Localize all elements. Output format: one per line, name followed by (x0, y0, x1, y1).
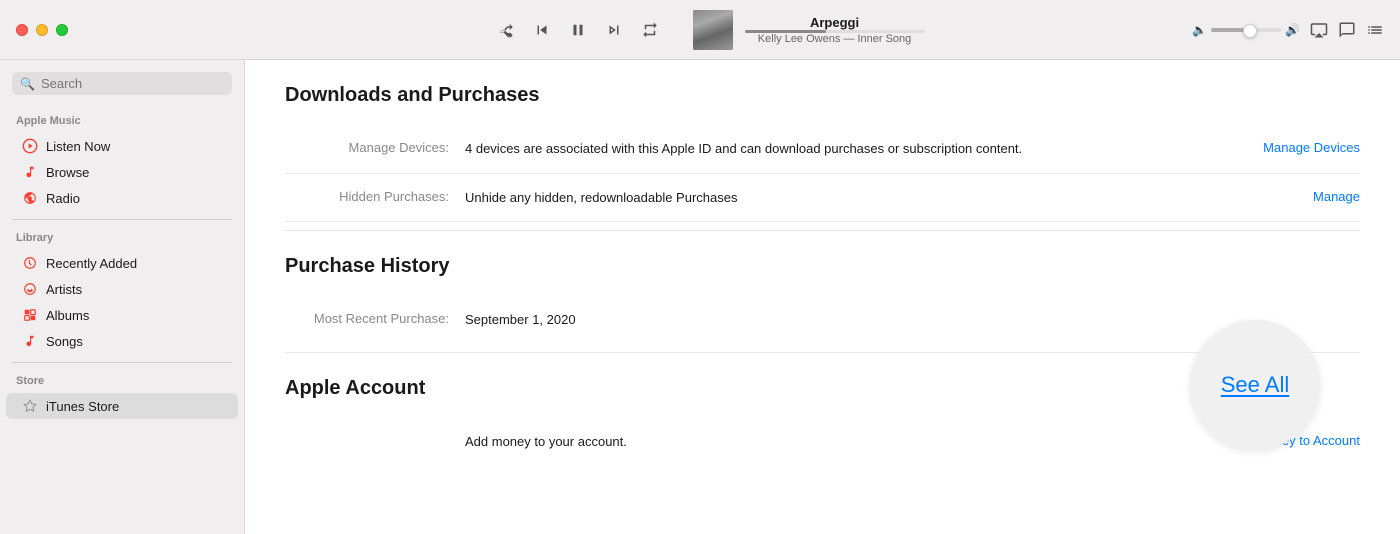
track-title: Arpeggi (810, 15, 859, 30)
hidden-purchases-row: Hidden Purchases: Unhide any hidden, red… (285, 174, 1360, 223)
volume-high-icon: 🔊 (1285, 23, 1300, 37)
add-money-label (285, 432, 465, 433)
most-recent-label: Most Recent Purchase: (285, 310, 465, 326)
section-sep-1 (285, 230, 1360, 231)
titlebar: Arpeggi Kelly Lee Owens — Inner Song 🔈 🔊 (0, 0, 1400, 60)
browse-icon (22, 164, 38, 180)
content-area: Downloads and Purchases Manage Devices: … (245, 60, 1400, 534)
progress-bar[interactable] (745, 30, 925, 33)
sidebar-item-listen-now[interactable]: Listen Now (6, 133, 238, 159)
itunes-store-icon (22, 398, 38, 414)
album-art (693, 10, 733, 50)
volume-slider[interactable] (1211, 28, 1281, 32)
add-money-value: Add money to your account. (465, 432, 1160, 452)
titlebar-controls: Arpeggi Kelly Lee Owens — Inner Song (245, 10, 1192, 50)
sidebar-section-store: Store (0, 371, 244, 393)
track-subtitle: Kelly Lee Owens — Inner Song (758, 33, 911, 45)
queue-button[interactable] (1366, 21, 1384, 39)
sidebar-item-label: Artists (46, 282, 82, 297)
forward-button[interactable] (601, 17, 627, 43)
search-input[interactable] (41, 76, 224, 91)
artists-icon (22, 281, 38, 297)
manage-devices-label: Manage Devices: (285, 139, 465, 155)
shuffle-button[interactable] (493, 17, 519, 43)
sidebar-section-library: Library (0, 228, 244, 250)
recently-added-icon (22, 255, 38, 271)
minimize-button[interactable] (36, 24, 48, 36)
sidebar-item-label: Songs (46, 334, 83, 349)
purchase-history-section: Purchase History Most Recent Purchase: S… (285, 255, 1360, 344)
sidebar-item-artists[interactable]: Artists (6, 276, 238, 302)
rewind-button[interactable] (529, 17, 555, 43)
purchase-history-title: Purchase History (285, 255, 1360, 278)
now-playing-area: Arpeggi Kelly Lee Owens — Inner Song (693, 10, 925, 50)
sidebar: 🔍 Apple Music Listen Now Browse Radio (0, 60, 245, 534)
sidebar-item-browse[interactable]: Browse (6, 159, 238, 185)
sidebar-item-label: Browse (46, 165, 89, 180)
titlebar-right: 🔈 🔊 (1192, 21, 1400, 39)
close-button[interactable] (16, 24, 28, 36)
hidden-purchases-label: Hidden Purchases: (285, 188, 465, 204)
sidebar-item-itunes-store[interactable]: iTunes Store (6, 393, 238, 419)
repeat-button[interactable] (637, 17, 663, 43)
manage-hidden-link[interactable]: Manage (1313, 189, 1360, 204)
search-bar[interactable]: 🔍 (12, 72, 232, 95)
hidden-purchases-value: Unhide any hidden, redownloadable Purcha… (465, 188, 1160, 208)
sidebar-item-albums[interactable]: Albums (6, 302, 238, 328)
titlebar-left (0, 24, 245, 36)
volume-control[interactable]: 🔈 🔊 (1192, 23, 1300, 37)
albums-icon (22, 307, 38, 323)
manage-devices-link[interactable]: Manage Devices (1263, 140, 1360, 155)
sidebar-item-label: iTunes Store (46, 399, 119, 414)
see-all-circle[interactable]: See All (1190, 320, 1320, 450)
volume-low-icon: 🔈 (1192, 23, 1207, 37)
sidebar-item-label: Albums (46, 308, 89, 323)
songs-icon (22, 333, 38, 349)
hidden-purchases-action[interactable]: Manage (1160, 188, 1360, 206)
search-icon: 🔍 (20, 77, 35, 91)
sidebar-divider-1 (12, 219, 232, 220)
radio-icon (22, 190, 38, 206)
sidebar-divider-2 (12, 362, 232, 363)
add-money-row: Add money to your account. Add Money to … (285, 418, 1360, 466)
manage-devices-action[interactable]: Manage Devices (1160, 139, 1360, 157)
listen-now-icon (22, 138, 38, 154)
pause-button[interactable] (565, 17, 591, 43)
lyrics-button[interactable] (1338, 21, 1356, 39)
most-recent-value: September 1, 2020 (465, 310, 1060, 330)
sidebar-item-songs[interactable]: Songs (6, 328, 238, 354)
sidebar-item-label: Recently Added (46, 256, 137, 271)
sidebar-item-recently-added[interactable]: Recently Added (6, 250, 238, 276)
sidebar-item-radio[interactable]: Radio (6, 185, 238, 211)
manage-devices-value: 4 devices are associated with this Apple… (465, 139, 1160, 159)
main-layout: 🔍 Apple Music Listen Now Browse Radio (0, 60, 1400, 534)
see-all-text[interactable]: See All (1221, 372, 1290, 398)
sidebar-item-label: Listen Now (46, 139, 110, 154)
manage-devices-row: Manage Devices: 4 devices are associated… (285, 125, 1360, 174)
track-text: Arpeggi Kelly Lee Owens — Inner Song (745, 15, 925, 45)
downloads-section-title: Downloads and Purchases (285, 84, 1360, 107)
most-recent-purchase-row: Most Recent Purchase: September 1, 2020 (285, 296, 1360, 344)
maximize-button[interactable] (56, 24, 68, 36)
sidebar-section-apple-music: Apple Music (0, 111, 244, 133)
sidebar-item-label: Radio (46, 191, 80, 206)
airplay-button[interactable] (1310, 21, 1328, 39)
